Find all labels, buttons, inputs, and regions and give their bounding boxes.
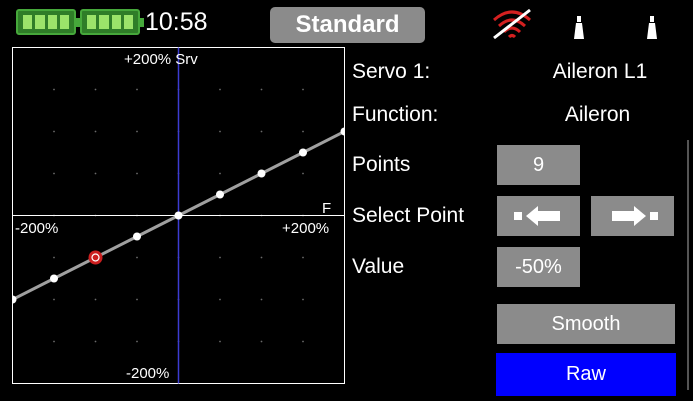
- servo-value: Aileron L1: [552, 60, 648, 83]
- corner-label: F: [322, 200, 331, 217]
- data-point: [216, 190, 224, 199]
- points-field[interactable]: 9: [497, 145, 580, 185]
- grid-dot: [94, 172, 97, 175]
- grid-dot: [302, 172, 304, 175]
- grid-dot: [136, 172, 138, 175]
- grid-dot: [219, 340, 221, 343]
- grid-dot: [53, 340, 55, 343]
- function-value: Aileron: [564, 103, 631, 126]
- grid-dot: [219, 256, 221, 259]
- grid-dot: [219, 88, 221, 91]
- grid-dot: [136, 298, 138, 301]
- data-point: [299, 148, 307, 157]
- grid-dot: [219, 130, 221, 133]
- grid-dot: [136, 256, 138, 259]
- grid-dot: [302, 130, 304, 133]
- antenna-icon: [574, 16, 584, 39]
- scrollbar[interactable]: [687, 140, 689, 390]
- grid-dot: [260, 256, 263, 259]
- grid-dot: [94, 88, 97, 91]
- grid-dot: [53, 298, 55, 301]
- arrow-right-icon: [611, 206, 658, 226]
- points-label: Points: [352, 153, 411, 176]
- curve-chart[interactable]: +200% Srv +200% -200% -200% F: [12, 47, 345, 385]
- right-axis-label: +200%: [282, 220, 329, 237]
- raw-button[interactable]: Raw: [496, 353, 676, 396]
- smooth-button[interactable]: Smooth: [497, 304, 675, 344]
- grid-dot: [302, 88, 304, 91]
- grid-dot: [53, 172, 55, 175]
- grid-dot: [260, 88, 263, 91]
- selected-data-point: [88, 250, 103, 265]
- data-point: [174, 211, 183, 220]
- grid-dot: [53, 130, 55, 133]
- next-point-button[interactable]: [591, 196, 674, 236]
- battery-icon: [80, 9, 144, 35]
- grid-dot: [94, 130, 97, 133]
- grid-dot: [219, 172, 221, 175]
- grid-dot: [94, 298, 97, 301]
- prev-point-button[interactable]: [497, 196, 580, 236]
- top-axis-label: +200% Srv: [124, 51, 198, 68]
- antenna-icon: [647, 16, 657, 39]
- servo-label: Servo 1:: [352, 60, 431, 83]
- grid-dot: [219, 298, 221, 301]
- grid-dot: [53, 88, 55, 91]
- grid-dot: [302, 298, 304, 301]
- grid-dot: [136, 88, 138, 91]
- function-label: Function:: [352, 103, 439, 126]
- value-label: Value: [352, 255, 405, 278]
- grid-dot: [302, 340, 304, 343]
- grid-dot: [302, 256, 304, 259]
- arrow-left-icon: [513, 206, 560, 226]
- clock: 10:58: [145, 8, 208, 36]
- grid-dot: [260, 130, 263, 133]
- data-point: [257, 169, 266, 178]
- data-point: [133, 232, 141, 241]
- battery-icon: [16, 9, 80, 35]
- select-point-label: Select Point: [352, 204, 465, 227]
- grid-dot: [136, 130, 138, 133]
- data-point: [50, 274, 58, 283]
- grid-dot: [260, 340, 263, 343]
- grid-dot: [136, 340, 138, 343]
- grid-dot: [260, 298, 263, 301]
- grid-dot: [53, 256, 55, 259]
- no-signal-icon: [493, 8, 531, 40]
- mode-button[interactable]: Standard: [270, 7, 425, 43]
- left-axis-label: -200%: [15, 220, 58, 237]
- bottom-axis-label: -200%: [126, 365, 169, 382]
- grid-dot: [94, 340, 97, 343]
- value-field[interactable]: -50%: [497, 247, 580, 287]
